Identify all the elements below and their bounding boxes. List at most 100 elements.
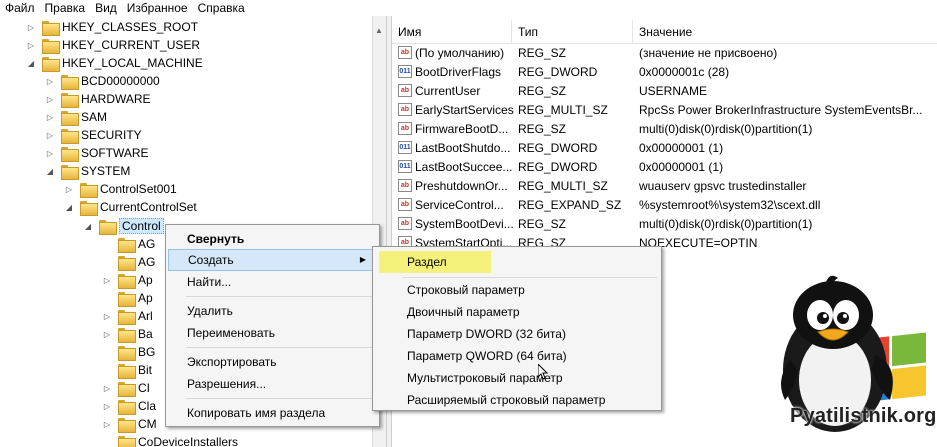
tree-item-child[interactable]: ▷ Ba	[102, 325, 153, 343]
folder-icon	[80, 200, 98, 216]
string-value-icon: ab	[398, 198, 412, 211]
expand-arrow-icon[interactable]: ▷	[45, 113, 55, 122]
tree-item-hkcu[interactable]: ▷ HKEY_CURRENT_USER	[26, 36, 200, 54]
tree-item-bcd[interactable]: ▷ BCD00000000	[45, 72, 160, 90]
folder-icon	[118, 273, 136, 289]
menu-item-permissions[interactable]: Разрешения...	[168, 373, 377, 395]
menu-separator	[186, 398, 374, 399]
tree-item-child[interactable]: ▷ CM	[102, 415, 157, 433]
folder-icon	[61, 128, 79, 144]
folder-icon	[61, 164, 79, 180]
expand-arrow-icon[interactable]: ▷	[45, 131, 55, 140]
menu-separator	[186, 347, 374, 348]
tree-item-hardware[interactable]: ▷ HARDWARE	[45, 90, 151, 108]
folder-icon	[118, 255, 136, 271]
folder-icon	[118, 417, 136, 433]
scroll-up-arrow-icon[interactable]: ▲	[375, 26, 383, 35]
tree-item-hklm[interactable]: ◢ HKEY_LOCAL_MACHINE	[26, 54, 203, 72]
tree-item-currentcontrolset[interactable]: ◢ CurrentControlSet	[64, 198, 197, 216]
value-row[interactable]: ab PreshutdownOr... REG_MULTI_SZ wuauserv g…	[392, 176, 937, 195]
tree-item-child[interactable]: BG	[102, 343, 155, 361]
submenu-item-multistring[interactable]: Мультистроковый параметр	[375, 367, 659, 389]
tree-item-child[interactable]: Bit	[102, 361, 152, 379]
submenu-item-string[interactable]: Строковый параметр	[375, 279, 659, 301]
string-value-icon: ab	[398, 217, 412, 230]
submenu-arrow-icon: ▶	[359, 255, 366, 264]
value-row[interactable]: ab EarlyStartServices REG_MULTI_SZ RpcSs Po…	[392, 100, 937, 119]
value-row[interactable]: ab CurrentUser REG_SZ USERNAME	[392, 81, 937, 100]
menu-help[interactable]: Справка	[193, 0, 250, 16]
column-header-name[interactable]: Имя	[392, 20, 512, 44]
menu-item-collapse[interactable]: Свернуть	[168, 228, 377, 250]
tree-item-hkcr[interactable]: ▷ HKEY_CLASSES_ROOT	[26, 18, 198, 36]
value-row[interactable]: ab ServiceControl... REG_EXPAND_SZ %systemr…	[392, 195, 937, 214]
folder-icon	[61, 74, 79, 90]
expand-arrow-icon[interactable]: ▷	[102, 420, 112, 429]
tree-item-child[interactable]: AG	[102, 253, 155, 271]
collapse-arrow-icon[interactable]: ◢	[64, 203, 74, 212]
list-header: Имя Тип Значение	[392, 20, 937, 44]
expand-arrow-icon[interactable]: ▷	[26, 23, 36, 32]
submenu-item-expandable-string[interactable]: Расширяемый строковый параметр	[375, 389, 659, 411]
submenu-item-dword[interactable]: Параметр DWORD (32 бита)	[375, 323, 659, 345]
expand-arrow-icon[interactable]: ▷	[102, 384, 112, 393]
folder-icon	[61, 92, 79, 108]
expand-arrow-icon[interactable]: ▷	[45, 77, 55, 86]
value-row[interactable]: ab (По умолчанию) REG_SZ (значение не присв…	[392, 43, 937, 62]
menu-item-copy-key-name[interactable]: Копировать имя раздела	[168, 402, 377, 424]
folder-icon	[118, 363, 136, 379]
submenu-item-key[interactable]: Раздел	[375, 251, 659, 273]
tree-item-child[interactable]: ▷ CI	[102, 379, 150, 397]
expand-arrow-icon[interactable]: ▷	[102, 312, 112, 321]
menu-file[interactable]: Файл	[0, 0, 40, 16]
tree-item-child[interactable]: AG	[102, 235, 155, 253]
value-row[interactable]: 011 LastBootShutdo... REG_DWORD 0x00000001 …	[392, 138, 937, 157]
value-row[interactable]: 011 LastBootSuccee... REG_DWORD 0x00000001 …	[392, 157, 937, 176]
menu-view[interactable]: Вид	[90, 0, 122, 16]
tree-item-child[interactable]: Ap	[102, 289, 153, 307]
collapse-arrow-icon[interactable]: ◢	[26, 59, 36, 68]
value-row[interactable]: ab SystemBootDevi... REG_SZ multi(0)disk(0)…	[392, 214, 937, 233]
menu-separator	[403, 277, 657, 278]
submenu-item-qword[interactable]: Параметр QWORD (64 бита)	[375, 345, 659, 367]
column-header-type[interactable]: Тип	[512, 20, 633, 44]
value-row[interactable]: 011 BootDriverFlags REG_DWORD 0x0000001c (2…	[392, 62, 937, 81]
menu-item-export[interactable]: Экспортировать	[168, 351, 377, 373]
folder-icon	[118, 327, 136, 343]
column-header-value[interactable]: Значение	[633, 20, 937, 44]
tree-item-system[interactable]: ◢ SYSTEM	[45, 162, 130, 180]
value-row[interactable]: ab FirmwareBootD... REG_SZ multi(0)disk(0)r…	[392, 119, 937, 138]
expand-arrow-icon[interactable]: ▷	[102, 276, 112, 285]
menu-edit[interactable]: Правка	[40, 0, 91, 16]
tree-item-child[interactable]: ▷ Arl	[102, 307, 153, 325]
tree-item-controlset001[interactable]: ▷ ControlSet001	[64, 180, 177, 198]
tree-item-child[interactable]: ▷ Ap	[102, 271, 153, 289]
tree-item-sam[interactable]: ▷ SAM	[45, 108, 107, 126]
tree-item-codeviceinstallers[interactable]: CoDeviceInstallers	[102, 433, 238, 447]
menu-item-rename[interactable]: Переименовать	[168, 322, 377, 344]
collapse-arrow-icon[interactable]: ◢	[83, 222, 93, 231]
collapse-arrow-icon[interactable]: ◢	[45, 167, 55, 176]
folder-icon	[118, 399, 136, 415]
folder-icon	[118, 381, 136, 397]
folder-icon	[118, 309, 136, 325]
tree-item-child[interactable]: ▷ Cla	[102, 397, 156, 415]
expand-arrow-icon[interactable]: ▷	[45, 149, 55, 158]
expand-arrow-icon[interactable]: ▷	[26, 41, 36, 50]
expand-arrow-icon[interactable]: ▷	[45, 95, 55, 104]
expand-arrow-icon[interactable]: ▷	[102, 330, 112, 339]
mouse-cursor-icon	[538, 364, 548, 380]
submenu-item-binary[interactable]: Двоичный параметр	[375, 301, 659, 323]
tree-item-software[interactable]: ▷ SOFTWARE	[45, 144, 149, 162]
folder-icon	[42, 38, 60, 54]
expand-arrow-icon[interactable]: ▷	[64, 185, 74, 194]
tree-item-control[interactable]: ◢ Control	[83, 217, 164, 235]
expand-arrow-icon[interactable]: ▷	[102, 402, 112, 411]
binary-value-icon: 011	[398, 65, 412, 78]
menu-item-delete[interactable]: Удалить	[168, 300, 377, 322]
menu-item-create[interactable]: Создать ▶	[168, 249, 377, 271]
menu-item-find[interactable]: Найти...	[168, 271, 377, 293]
folder-icon	[99, 219, 117, 235]
menu-favorites[interactable]: Избранное	[122, 0, 193, 16]
tree-item-security[interactable]: ▷ SECURITY	[45, 126, 142, 144]
